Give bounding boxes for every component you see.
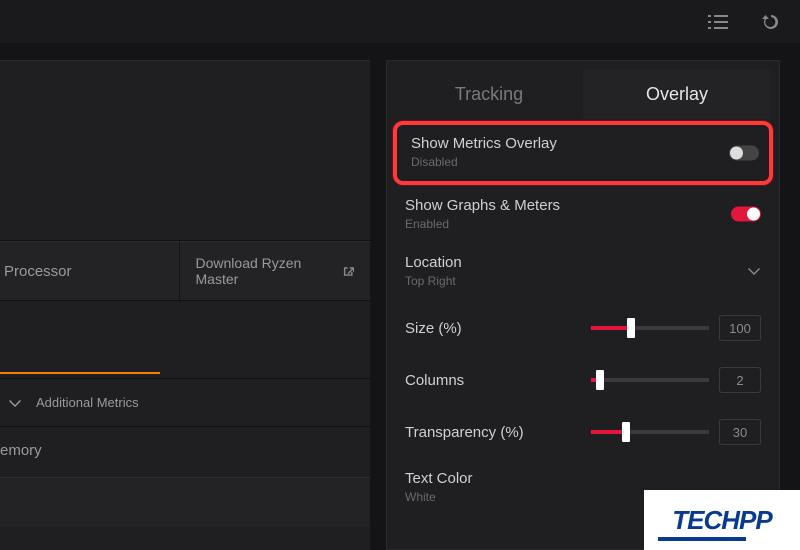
show-metrics-sub: Disabled [411,155,755,169]
size-title: Size (%) [405,320,591,337]
text-color-title: Text Color [405,470,761,487]
additional-metrics-label: Additional Metrics [36,395,139,410]
download-ryzen-label: Download Ryzen Master [196,255,342,287]
tab-tracking[interactable]: Tracking [395,69,583,119]
processor-row: Processor Download Ryzen Master [0,241,370,301]
chart-area [0,301,370,379]
setting-location[interactable]: Location Top Right [387,242,779,299]
tab-overlay[interactable]: Overlay [583,69,771,119]
location-title: Location [405,254,761,271]
chart-line [0,372,160,374]
left-empty-block [0,61,370,241]
top-bar [0,0,800,43]
columns-title: Columns [405,372,591,389]
show-graphs-sub: Enabled [405,217,761,231]
download-ryzen-cell[interactable]: Download Ryzen Master [180,241,371,301]
transparency-value[interactable]: 30 [719,419,761,445]
show-graphs-title: Show Graphs & Meters [405,197,761,214]
location-sub: Top Right [405,274,761,288]
chevron-down-icon [8,396,22,410]
right-panel: Tracking Overlay Show Metrics Overlay Di… [386,60,780,550]
tabs: Tracking Overlay [387,61,779,119]
size-value[interactable]: 100 [719,315,761,341]
columns-slider[interactable] [591,371,709,389]
undo-icon[interactable] [762,13,780,31]
transparency-slider[interactable] [591,423,709,441]
left-panel: Processor Download Ryzen Master Addition… [0,60,370,550]
transparency-title: Transparency (%) [405,424,591,441]
setting-show-metrics-overlay: Show Metrics Overlay Disabled [393,121,773,185]
external-link-icon [342,265,354,278]
watermark-logo: TECHPP [644,490,800,550]
setting-show-graphs: Show Graphs & Meters Enabled [387,185,779,242]
setting-transparency: Transparency (%) 30 [387,403,779,455]
processor-label: Processor [4,263,72,280]
watermark-text: TECHPP [672,505,771,536]
list-icon[interactable] [708,14,728,30]
additional-metrics-row[interactable]: Additional Metrics [0,379,370,427]
size-slider[interactable] [591,319,709,337]
show-metrics-title: Show Metrics Overlay [411,135,755,152]
show-metrics-toggle[interactable] [729,146,759,161]
setting-columns: Columns 2 [387,351,779,403]
memory-heading: emory [0,427,370,473]
chevron-down-icon [747,264,761,278]
memory-block [0,477,370,527]
setting-size: Size (%) 100 [387,299,779,351]
show-graphs-toggle[interactable] [731,207,761,222]
columns-value[interactable]: 2 [719,367,761,393]
processor-label-cell: Processor [0,241,180,301]
